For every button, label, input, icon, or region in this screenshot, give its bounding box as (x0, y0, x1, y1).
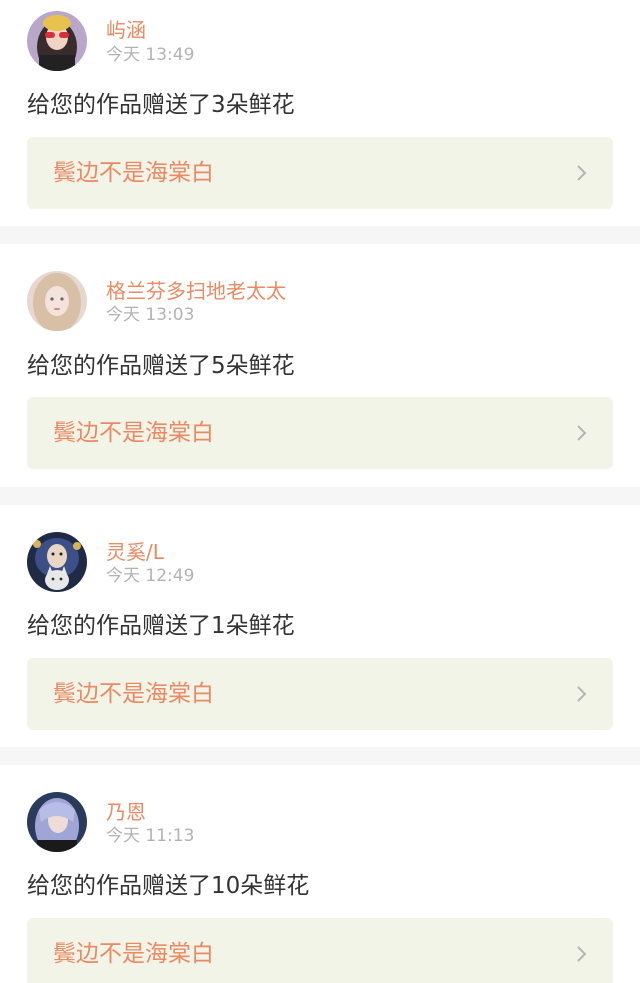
username[interactable]: 屿涵 (106, 18, 146, 42)
timestamp: 今天 13:49 (106, 45, 195, 65)
avatar-silver-hair-girl-icon (27, 792, 87, 852)
notification-card: 乃恩 今天 11:13 给您的作品赠送了10朵鲜花 鬓边不是海棠白 (0, 765, 640, 983)
work-title: 鬓边不是海棠白 (53, 420, 214, 446)
work-link[interactable]: 鬓边不是海棠白 (27, 137, 613, 209)
separator (0, 226, 640, 244)
chevron-right-icon (577, 165, 587, 181)
username[interactable]: 乃恩 (106, 800, 146, 824)
gift-message: 给您的作品赠送了3朵鲜花 (27, 92, 295, 118)
avatar[interactable] (27, 792, 87, 852)
avatar[interactable] (27, 532, 87, 592)
avatar[interactable] (27, 11, 87, 71)
work-link[interactable]: 鬓边不是海棠白 (27, 918, 613, 983)
chevron-right-icon (577, 946, 587, 962)
timestamp: 今天 13:03 (106, 305, 195, 325)
notification-card: 格兰芬多扫地老太太 今天 13:03 给您的作品赠送了5朵鲜花 鬓边不是海棠白 (0, 244, 640, 487)
work-title: 鬓边不是海棠白 (53, 941, 214, 967)
avatar-girl-red-glasses-icon (27, 11, 87, 71)
username[interactable]: 灵奚/L (106, 540, 164, 564)
timestamp: 今天 12:49 (106, 566, 195, 586)
username[interactable]: 格兰芬多扫地老太太 (106, 279, 286, 303)
separator (0, 747, 640, 765)
work-title: 鬓边不是海棠白 (53, 681, 214, 707)
avatar-illustrated-girl-cat-icon (27, 532, 87, 592)
work-link[interactable]: 鬓边不是海棠白 (27, 397, 613, 469)
gift-message: 给您的作品赠送了5朵鲜花 (27, 353, 295, 379)
notification-card: 屿涵 今天 13:49 给您的作品赠送了3朵鲜花 鬓边不是海棠白 (0, 0, 640, 226)
notification-card: 灵奚/L 今天 12:49 给您的作品赠送了1朵鲜花 鬓边不是海棠白 (0, 505, 640, 747)
work-link[interactable]: 鬓边不是海棠白 (27, 658, 613, 730)
separator (0, 487, 640, 505)
chevron-right-icon (577, 686, 587, 702)
chevron-right-icon (577, 425, 587, 441)
gift-message: 给您的作品赠送了1朵鲜花 (27, 613, 295, 639)
gift-message: 给您的作品赠送了10朵鲜花 (27, 873, 310, 899)
avatar[interactable] (27, 271, 87, 331)
notification-feed: 屿涵 今天 13:49 给您的作品赠送了3朵鲜花 鬓边不是海棠白 格兰芬多扫地老… (0, 0, 640, 983)
timestamp: 今天 11:13 (106, 826, 195, 846)
work-title: 鬓边不是海棠白 (53, 160, 214, 186)
avatar-blonde-girl-icon (27, 271, 87, 331)
